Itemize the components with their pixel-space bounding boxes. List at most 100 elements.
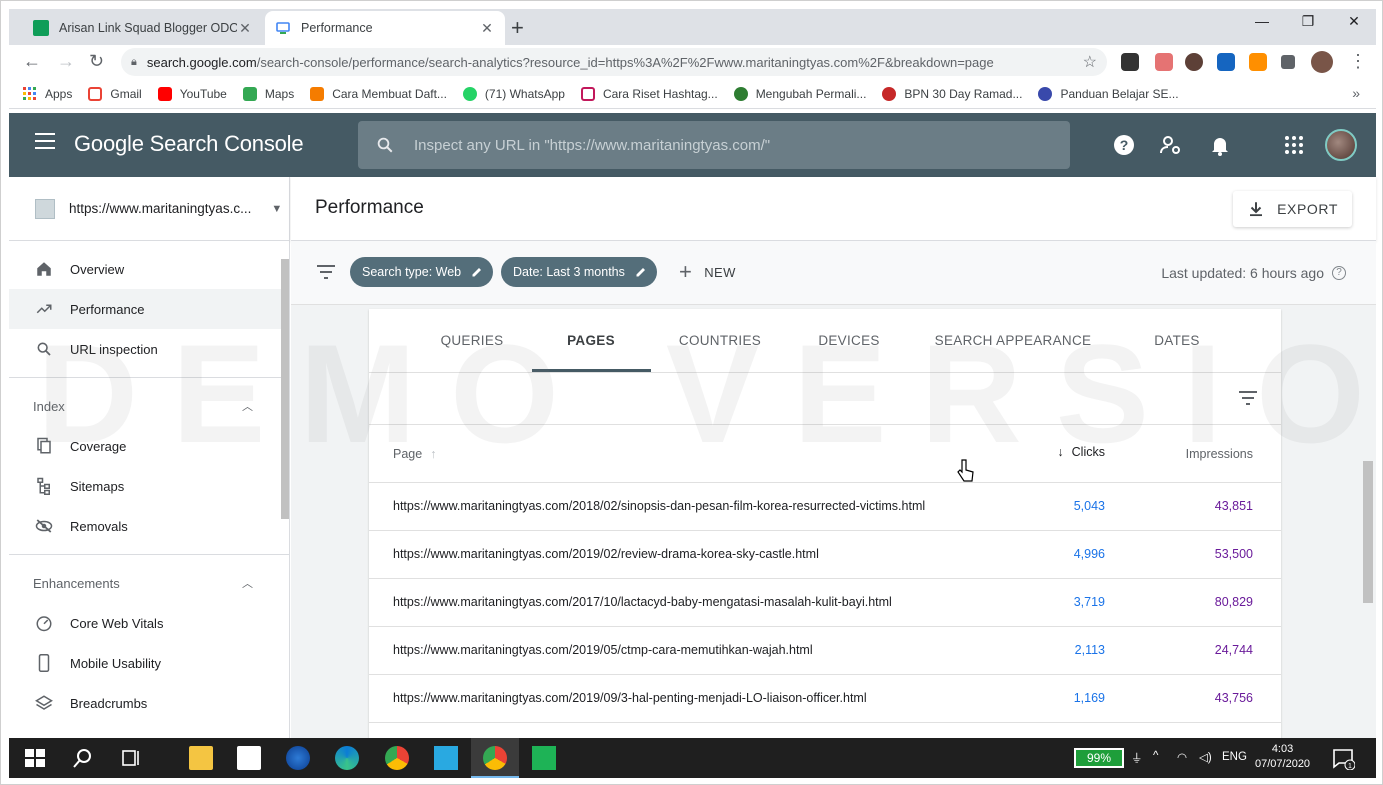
- export-button[interactable]: EXPORT: [1233, 191, 1352, 227]
- chrome-icon[interactable]: [385, 746, 409, 770]
- sidebar-scrollbar[interactable]: [279, 257, 289, 727]
- account-avatar[interactable]: [1325, 129, 1357, 161]
- tab-countries[interactable]: COUNTRIES: [665, 333, 775, 348]
- table-row[interactable]: https://www.maritaningtyas.com/2019/02/r…: [369, 531, 1281, 579]
- bookmark-blogger[interactable]: Cara Membuat Daft...: [310, 86, 447, 101]
- browser-tab-arisan[interactable]: Arisan Link Squad Blogger ODOP ✕: [23, 11, 263, 45]
- bookmark-hashtag[interactable]: Cara Riset Hashtag...: [580, 86, 718, 101]
- table-filter-icon[interactable]: [1239, 391, 1257, 405]
- bookmark-star-icon[interactable]: ☆: [1083, 52, 1097, 72]
- table-row[interactable]: https://www.maritaningtyas.com/2019/05/c…: [369, 627, 1281, 675]
- edge-icon[interactable]: [335, 746, 359, 770]
- close-window-button[interactable]: ✕: [1331, 13, 1377, 30]
- tab-queries[interactable]: QUERIES: [422, 333, 522, 348]
- apps-grid-icon: [23, 86, 37, 101]
- back-arrow-icon[interactable]: ←: [23, 51, 41, 72]
- close-tab-icon[interactable]: ✕: [237, 20, 253, 37]
- file-explorer-icon[interactable]: [189, 746, 213, 770]
- sidebar-item-breadcrumbs[interactable]: Breadcrumbs: [9, 683, 289, 723]
- scrollbar-thumb[interactable]: [281, 259, 289, 519]
- bookmark-bpn[interactable]: BPN 30 Day Ramad...: [882, 86, 1022, 101]
- bookmark-maps[interactable]: Maps: [242, 86, 294, 101]
- section-enhancements-toggle[interactable]: Enhancements ︿: [9, 563, 289, 603]
- browser-menu-icon[interactable]: ⋮: [1349, 51, 1367, 72]
- close-tab-icon[interactable]: ✕: [479, 20, 495, 37]
- windows-start-icon[interactable]: [23, 746, 47, 770]
- sidebar-item-performance[interactable]: Performance: [9, 289, 289, 329]
- extension-m-icon[interactable]: [1121, 53, 1139, 71]
- sheets-app-icon[interactable]: [532, 746, 556, 770]
- column-page-header[interactable]: Page ↑: [393, 447, 436, 461]
- main-scrollbar[interactable]: [1361, 305, 1375, 738]
- task-view-icon[interactable]: [119, 746, 143, 770]
- extension-pen-icon[interactable]: [1155, 53, 1173, 71]
- help-circle-icon[interactable]: ?: [1332, 266, 1346, 280]
- profile-avatar-icon[interactable]: [1311, 51, 1333, 73]
- column-clicks-header[interactable]: ↓ Clicks: [1057, 445, 1105, 459]
- section-index-toggle[interactable]: Index ︿: [9, 386, 289, 426]
- bookmark-gmail[interactable]: Gmail: [88, 86, 142, 101]
- store-icon[interactable]: [237, 746, 261, 770]
- sidebar-item-sitemaps[interactable]: Sitemaps: [9, 466, 289, 506]
- writer-app-icon[interactable]: [434, 746, 458, 770]
- minimize-button[interactable]: —: [1239, 13, 1285, 29]
- new-tab-button[interactable]: +: [511, 15, 524, 41]
- column-impressions-header[interactable]: Impressions: [1186, 447, 1253, 461]
- help-icon[interactable]: ?: [1112, 133, 1136, 157]
- sidebar-item-core-web-vitals[interactable]: Core Web Vitals: [9, 603, 289, 643]
- bookmark-apps[interactable]: Apps: [23, 86, 72, 101]
- sidebar-item-removals[interactable]: Removals: [9, 506, 289, 546]
- sidebar-item-overview[interactable]: Overview: [9, 249, 289, 289]
- browser-tab-performance[interactable]: Performance ✕: [265, 11, 505, 45]
- bookmark-youtube[interactable]: YouTube: [157, 86, 227, 101]
- battery-indicator[interactable]: 99%: [1074, 748, 1124, 768]
- reload-icon[interactable]: ↻: [89, 51, 104, 72]
- gsc-logo[interactable]: Google Search Console: [74, 131, 304, 157]
- action-center-icon[interactable]: 1: [1331, 746, 1355, 770]
- bookmark-permalink[interactable]: Mengubah Permali...: [733, 86, 866, 101]
- chevron-up-icon[interactable]: ^: [1153, 750, 1158, 762]
- search-type-chip[interactable]: Search type: Web: [350, 257, 494, 287]
- address-bar[interactable]: 🔒︎ search.google.com/search-console/perf…: [121, 48, 1107, 76]
- tab-dates[interactable]: DATES: [1137, 333, 1217, 348]
- system-clock[interactable]: 4:03 07/07/2020: [1255, 742, 1310, 772]
- forward-arrow-icon[interactable]: →: [57, 51, 75, 72]
- more-bookmarks-icon[interactable]: »: [1352, 85, 1360, 101]
- filter-icon[interactable]: [317, 265, 335, 279]
- tab-pages[interactable]: PAGES: [541, 333, 641, 348]
- volume-icon[interactable]: ◁): [1199, 750, 1212, 764]
- taskbar-search-icon[interactable]: [71, 746, 95, 770]
- search-input[interactable]: [414, 136, 1014, 154]
- scrollbar-thumb[interactable]: [1363, 461, 1373, 603]
- svg-text:1: 1: [1348, 763, 1352, 770]
- firefox-icon[interactable]: [286, 746, 310, 770]
- notifications-bell-icon[interactable]: [1208, 133, 1232, 157]
- property-selector[interactable]: https://www.maritaningtyas.c... ▼: [9, 177, 289, 241]
- table-row[interactable]: https://www.maritaningtyas.com/2019/09/3…: [369, 675, 1281, 723]
- language-indicator[interactable]: ENG: [1222, 751, 1247, 763]
- table-header: Page ↑ ↓ Clicks Impressions: [369, 425, 1281, 483]
- table-row[interactable]: https://www.maritaningtyas.com/2017/10/l…: [369, 579, 1281, 627]
- maximize-button[interactable]: ❐: [1285, 13, 1331, 30]
- power-plug-icon[interactable]: ⏚: [1131, 750, 1143, 766]
- apps-grid-icon[interactable]: [1282, 133, 1306, 157]
- bookmark-panduan[interactable]: Panduan Belajar SE...: [1038, 86, 1179, 101]
- tab-devices[interactable]: DEVICES: [799, 333, 899, 348]
- tab-search-appearance[interactable]: SEARCH APPEARANCE: [929, 333, 1097, 348]
- new-filter-button[interactable]: + NEW: [679, 261, 736, 283]
- sidebar-item-coverage[interactable]: Coverage: [9, 426, 289, 466]
- date-range-chip[interactable]: Date: Last 3 months: [501, 257, 657, 287]
- url-inspect-search[interactable]: [358, 121, 1070, 169]
- extension-k-icon[interactable]: [1185, 53, 1203, 71]
- sidebar-item-url-inspection[interactable]: URL inspection: [9, 329, 289, 369]
- bookmark-whatsapp[interactable]: (71) WhatsApp: [462, 86, 565, 101]
- user-settings-icon[interactable]: [1159, 133, 1183, 157]
- sidebar-item-mobile-usability[interactable]: Mobile Usability: [9, 643, 289, 683]
- menu-icon[interactable]: [35, 133, 55, 154]
- extensions-puzzle-icon[interactable]: [1281, 55, 1295, 69]
- wifi-icon[interactable]: ◠: [1177, 750, 1187, 764]
- chrome-active-task[interactable]: [471, 738, 519, 778]
- table-row[interactable]: https://www.maritaningtyas.com/2018/02/s…: [369, 483, 1281, 531]
- extension-blue-icon[interactable]: [1217, 53, 1235, 71]
- extension-orange-icon[interactable]: [1249, 53, 1267, 71]
